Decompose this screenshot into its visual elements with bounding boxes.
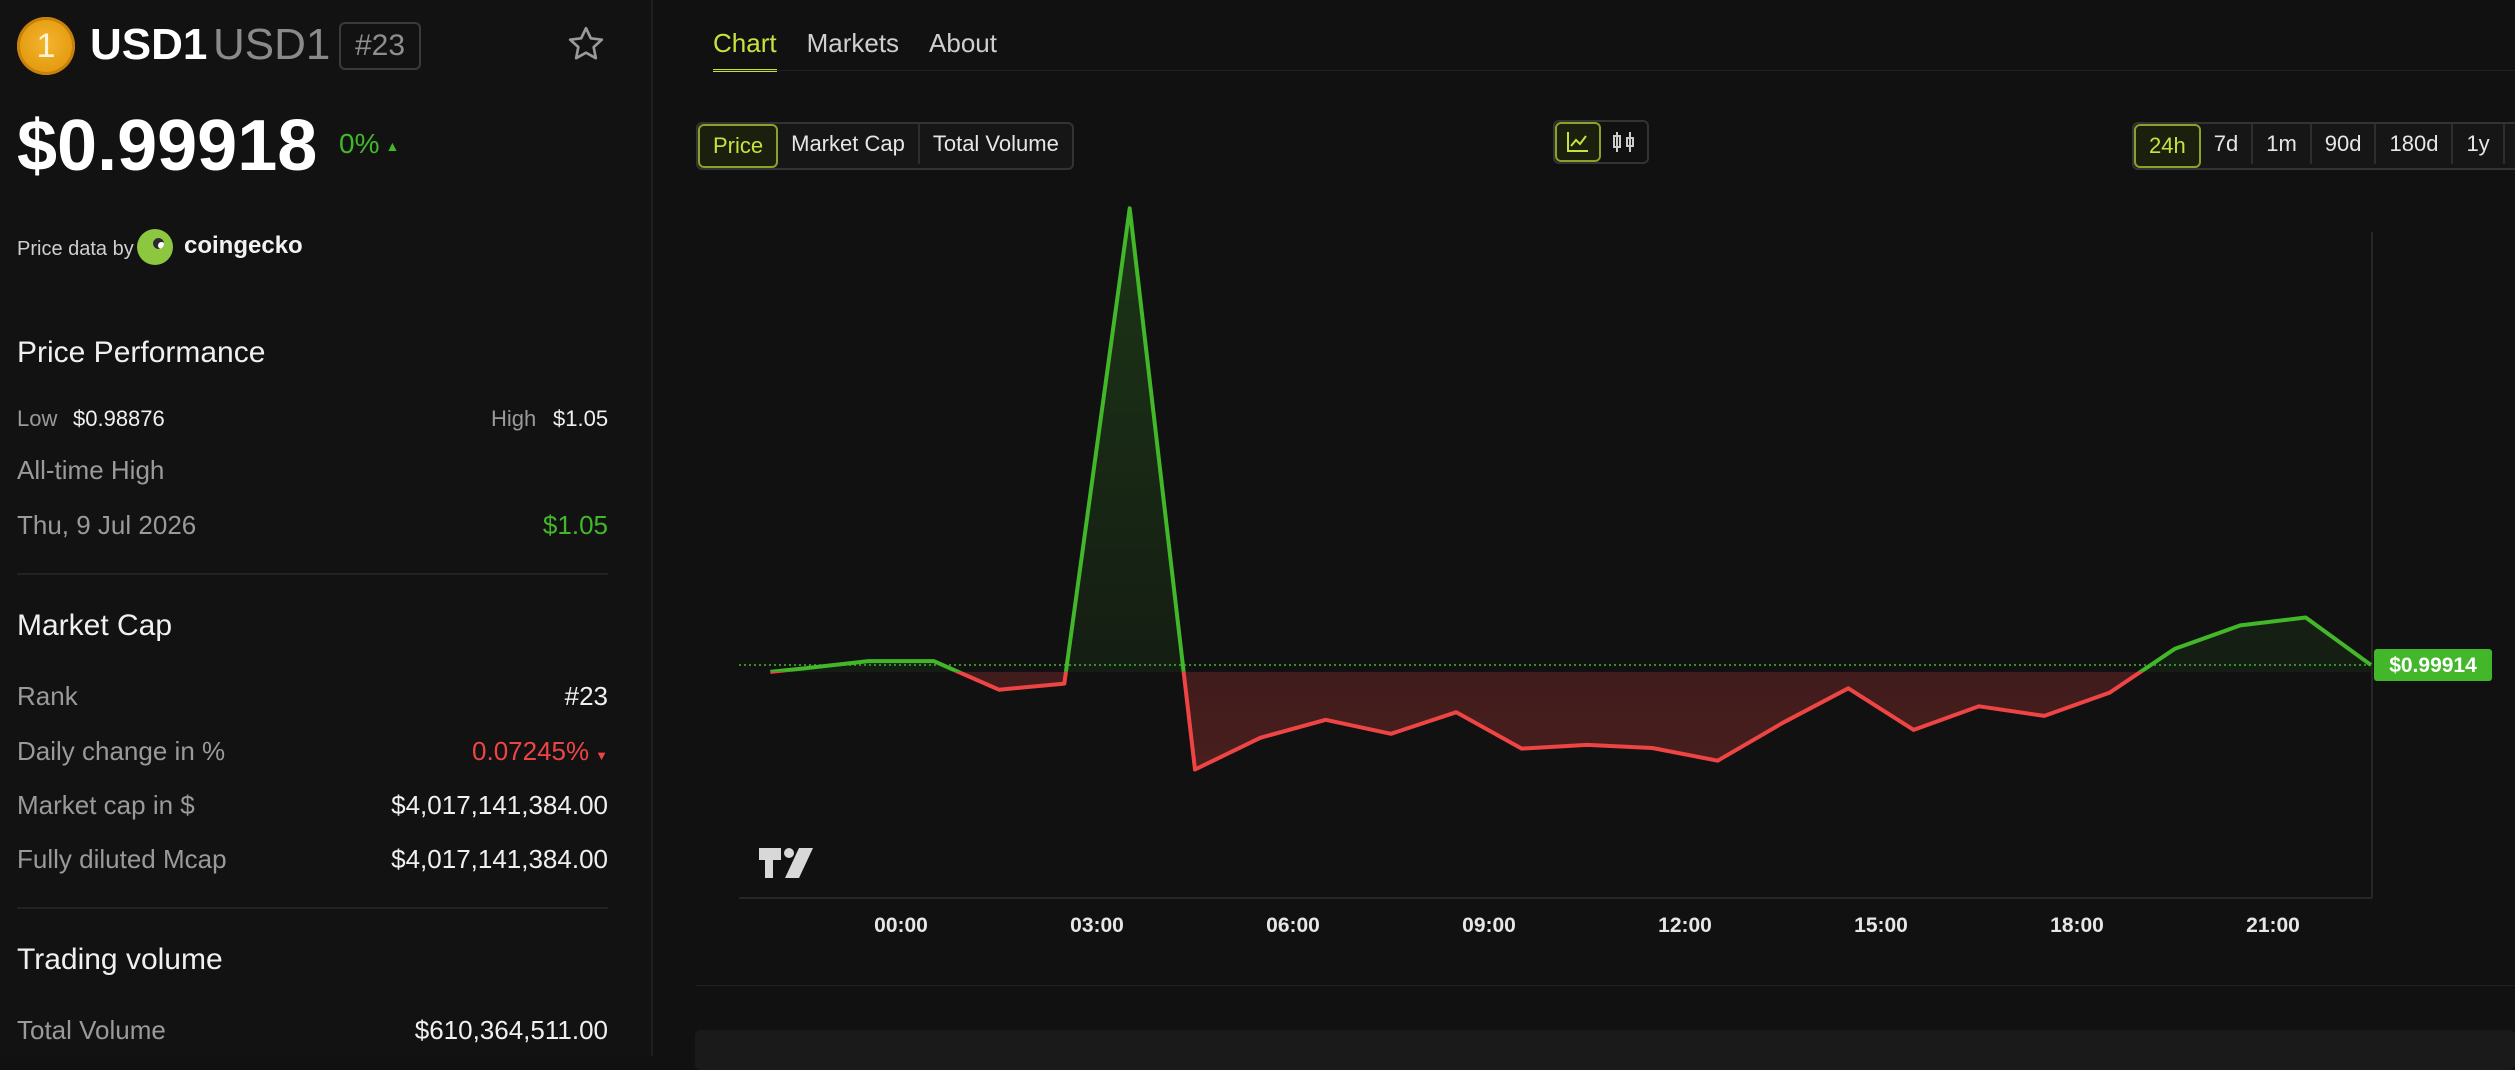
rank-badge: #23	[339, 22, 421, 70]
market-cap-label: Market cap in $	[17, 790, 195, 820]
high-label: High	[491, 406, 537, 431]
x-tick-label: 06:00	[1266, 914, 1320, 937]
daily-change-label: Daily change in %	[17, 736, 226, 766]
x-tick-label: 18:00	[2050, 914, 2104, 937]
up-triangle-icon: ▲	[385, 137, 400, 154]
x-tick-label: 15:00	[1854, 914, 1908, 937]
usd1-coin-icon: 1	[17, 17, 75, 75]
trading-volume-title: Trading volume	[17, 943, 223, 976]
divider	[17, 907, 608, 909]
coin-icon-glyph: 1	[36, 26, 56, 65]
ath-date: Thu, 9 Jul 2026	[17, 510, 197, 540]
price-data-label: Price data by	[17, 238, 134, 260]
rank-value: #23	[564, 681, 608, 711]
current-price-label: $0.99914	[2389, 654, 2477, 677]
coin-symbol: USD1	[213, 20, 331, 69]
x-tick-label: 09:00	[1462, 914, 1516, 937]
market-cap-value: $4,017,141,384.00	[391, 790, 608, 820]
x-tick-label: 00:00	[874, 914, 928, 937]
coin-sidebar: 1 USD1 USD1 #23 $0.99918 0% ▲ Price data …	[0, 0, 653, 1056]
star-icon[interactable]	[566, 24, 606, 64]
rank-label: Rank	[17, 681, 78, 711]
tradingview-logo-icon	[759, 848, 813, 878]
lower-panel	[695, 1030, 2515, 1070]
daily-change-text: 0.07245%	[472, 736, 590, 766]
fdv-label: Fully diluted Mcap	[17, 844, 227, 874]
chart-bottom-divider	[695, 985, 2515, 986]
ath-label: All-time High	[17, 455, 165, 485]
total-volume-label: Total Volume	[17, 1015, 166, 1045]
coin-name: USD1	[90, 20, 208, 69]
x-tick-label: 12:00	[1658, 914, 1712, 937]
coingecko-logo-icon[interactable]	[137, 229, 173, 265]
price-chart[interactable]: 00:00 03:00 06:00 09:00 12:00 15:00 18:00 21:00…	[653, 0, 2515, 1000]
low-label: Low	[17, 406, 58, 431]
high-value: $1.05	[553, 406, 609, 431]
x-tick-label: 03:00	[1070, 914, 1124, 937]
price-performance-title: Price Performance	[17, 336, 266, 369]
daily-change-value: 0.07245% ▼	[472, 736, 608, 767]
fdv-value: $4,017,141,384.00	[391, 844, 608, 874]
ath-value: $1.05	[542, 510, 608, 540]
coingecko-link[interactable]: coingecko	[184, 232, 303, 260]
price-change: 0% ▲	[339, 128, 399, 160]
divider	[17, 573, 608, 575]
down-triangle-icon: ▼	[595, 748, 608, 763]
price-change-value: 0%	[339, 128, 380, 159]
chart-panel: Chart Markets About Price Market Cap Tot…	[653, 0, 2515, 1070]
total-volume-value: $610,364,511.00	[414, 1015, 608, 1045]
market-cap-title: Market Cap	[17, 609, 173, 642]
current-price: $0.99918	[17, 106, 318, 186]
x-tick-label: 21:00	[2246, 914, 2300, 937]
price-area-down	[958, 671, 2141, 770]
low-value: $0.98876	[73, 406, 165, 431]
